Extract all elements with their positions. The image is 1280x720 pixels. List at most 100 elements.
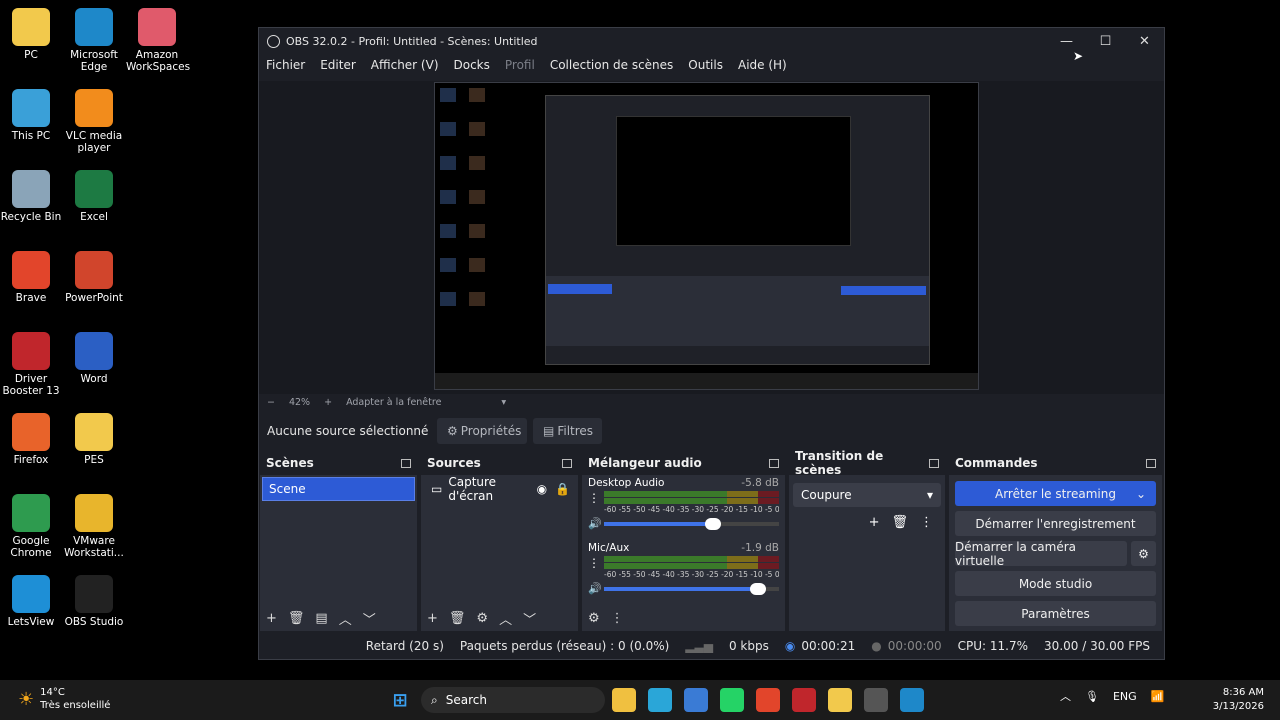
desktop-icon[interactable]: Word — [63, 332, 125, 385]
move-up-icon[interactable]: ︿ — [339, 609, 352, 628]
driver-booster-icon[interactable] — [792, 688, 816, 712]
lock-icon[interactable]: 🔒 — [555, 482, 570, 496]
add-transition-button[interactable]: + — [869, 515, 880, 530]
desktop-icon[interactable]: VMware Workstati... — [63, 494, 125, 559]
store-icon[interactable] — [684, 688, 708, 712]
desktop-icon[interactable]: This PC — [0, 89, 62, 142]
weather-widget[interactable]: ☀ 14°C Très ensoleillé — [18, 686, 110, 712]
scene-item[interactable]: Scene — [262, 477, 415, 501]
menu-profil[interactable]: Profil — [505, 58, 535, 72]
menu-docks[interactable]: Docks — [454, 58, 490, 72]
volume-slider[interactable] — [604, 582, 779, 595]
filter-icon[interactable]: ▤ — [315, 611, 327, 626]
language-indicator[interactable]: ENG — [1113, 690, 1137, 703]
move-up-icon[interactable]: ︿ — [499, 609, 512, 628]
desktop-icon[interactable]: Firefox — [0, 413, 62, 466]
record-time: 00:00:00 — [887, 639, 942, 653]
more-icon[interactable]: ⋮ — [611, 611, 624, 626]
zoom-fit-select[interactable]: Adapter à la fenêtre ▾ — [346, 397, 520, 408]
chevron-up-icon[interactable]: ︿ — [1060, 688, 1071, 704]
mixer-channel: Mic/Aux -1.9 dB ⋮ -60 -55 -50 -45 -40 -35 -… — [582, 540, 785, 604]
desktop-icon[interactable]: PC — [0, 8, 62, 61]
desktop-icon[interactable]: Brave — [0, 251, 62, 304]
desktop-icon-label: Brave — [15, 292, 47, 304]
desktop-icon[interactable]: Microsoft Edge — [63, 8, 125, 73]
volume-slider[interactable] — [604, 517, 779, 530]
search-icon: ⌕ — [431, 692, 438, 707]
stop-streaming-button[interactable]: Arrêter le streaming ⌄ — [955, 481, 1156, 506]
wifi-icon[interactable]: 📶 — [1151, 690, 1165, 703]
move-down-icon[interactable]: ﹀ — [363, 609, 376, 628]
close-button[interactable]: ✕ — [1125, 28, 1164, 54]
mixer-toolbar: ⚙ ⋮ — [582, 605, 785, 631]
more-icon[interactable]: ⋮ — [588, 491, 604, 505]
file-explorer-icon[interactable] — [612, 688, 636, 712]
obs-window: OBS 32.0.2 - Profil: Untitled - Scènes: … — [258, 27, 1165, 660]
properties-button[interactable]: ⚙ Propriétés — [437, 418, 527, 444]
trash-icon[interactable]: 🗑 — [891, 515, 908, 530]
trash-icon[interactable]: 🗑 — [288, 611, 305, 626]
filters-button[interactable]: ▤ Filtres — [533, 418, 602, 444]
windows-start-icon[interactable]: ⊞ — [388, 688, 412, 712]
zoom-in-button[interactable]: + — [324, 397, 332, 408]
mixer-title: Mélangeur audio — [588, 456, 702, 470]
app-icon — [12, 170, 50, 208]
desktop-icon[interactable]: LetsView — [0, 575, 62, 628]
stream-time: 00:00:21 — [801, 639, 856, 653]
menu-aide[interactable]: Aide (H) — [738, 58, 787, 72]
more-icon[interactable]: ⋮ — [588, 556, 604, 570]
menu-editer[interactable]: Editer — [320, 58, 356, 72]
taskbar-search[interactable]: ⌕ Search — [421, 687, 605, 713]
channel-name: Desktop Audio — [588, 477, 665, 489]
more-icon[interactable]: ⋮ — [920, 515, 933, 530]
add-source-button[interactable]: + — [427, 611, 438, 626]
transition-select[interactable]: Coupure ▾ — [793, 483, 941, 507]
desktop-icon[interactable]: OBS Studio — [63, 575, 125, 628]
studio-mode-button[interactable]: Mode studio — [955, 571, 1156, 596]
edge-icon[interactable] — [648, 688, 672, 712]
speaker-icon[interactable]: 🔊 — [588, 582, 604, 595]
popout-icon[interactable] — [401, 458, 411, 468]
desktop-icon[interactable]: PES — [63, 413, 125, 466]
title-bar[interactable]: OBS 32.0.2 - Profil: Untitled - Scènes: … — [259, 28, 1164, 54]
whatsapp-icon[interactable] — [720, 688, 744, 712]
virtualcam-settings-button[interactable]: ⚙ — [1131, 541, 1156, 566]
zoom-out-button[interactable]: − — [267, 397, 275, 408]
desktop-icon[interactable]: Recycle Bin — [0, 170, 62, 223]
trash-icon[interactable]: 🗑 — [449, 611, 466, 626]
brave-icon[interactable] — [756, 688, 780, 712]
popout-icon[interactable] — [769, 458, 779, 468]
clock[interactable]: 8:36 AM 3/13/2026 — [1212, 686, 1264, 714]
advanced-audio-icon[interactable]: ⚙ — [588, 611, 600, 626]
obs-icon[interactable] — [864, 688, 888, 712]
preview-canvas[interactable] — [434, 82, 979, 390]
desktop-icon[interactable]: PowerPoint — [63, 251, 125, 304]
meter-scale: -60 -55 -50 -45 -40 -35 -30 -25 -20 -15 … — [604, 570, 779, 579]
popout-icon[interactable] — [929, 458, 939, 468]
start-virtualcam-button[interactable]: Démarrer la caméra virtuelle — [955, 540, 1127, 568]
menu-fichier[interactable]: Fichier — [266, 58, 305, 72]
desktop-icon[interactable]: Excel — [63, 170, 125, 223]
popout-icon[interactable] — [1146, 458, 1156, 468]
app-16-icon[interactable] — [900, 688, 924, 712]
menu-collection[interactable]: Collection de scènes — [550, 58, 673, 72]
folder-icon[interactable] — [828, 688, 852, 712]
speaker-icon[interactable]: 🔊 — [588, 517, 604, 530]
eye-icon[interactable]: ◉ — [537, 482, 547, 496]
menu-outils[interactable]: Outils — [688, 58, 723, 72]
add-scene-button[interactable]: + — [266, 611, 277, 626]
desktop-icon[interactable]: VLC media player — [63, 89, 125, 154]
transitions-title: Transition de scènes — [795, 449, 884, 477]
settings-button[interactable]: Paramètres — [955, 601, 1156, 626]
mic-icon[interactable]: 🎙 — [1085, 690, 1099, 703]
source-item[interactable]: ▭ Capture d'écran ◉ 🔒 — [423, 475, 576, 503]
move-down-icon[interactable]: ﹀ — [523, 609, 536, 628]
maximize-button[interactable]: ☐ — [1086, 28, 1125, 54]
start-recording-button[interactable]: Démarrer l'enregistrement — [955, 511, 1156, 536]
gear-icon[interactable]: ⚙ — [476, 611, 488, 626]
desktop-icon[interactable]: Google Chrome — [0, 494, 62, 559]
desktop-icon[interactable]: Driver Booster 13 — [0, 332, 62, 397]
popout-icon[interactable] — [562, 458, 572, 468]
desktop-icon[interactable]: Amazon WorkSpaces — [126, 8, 190, 73]
menu-afficher[interactable]: Afficher (V) — [371, 58, 439, 72]
